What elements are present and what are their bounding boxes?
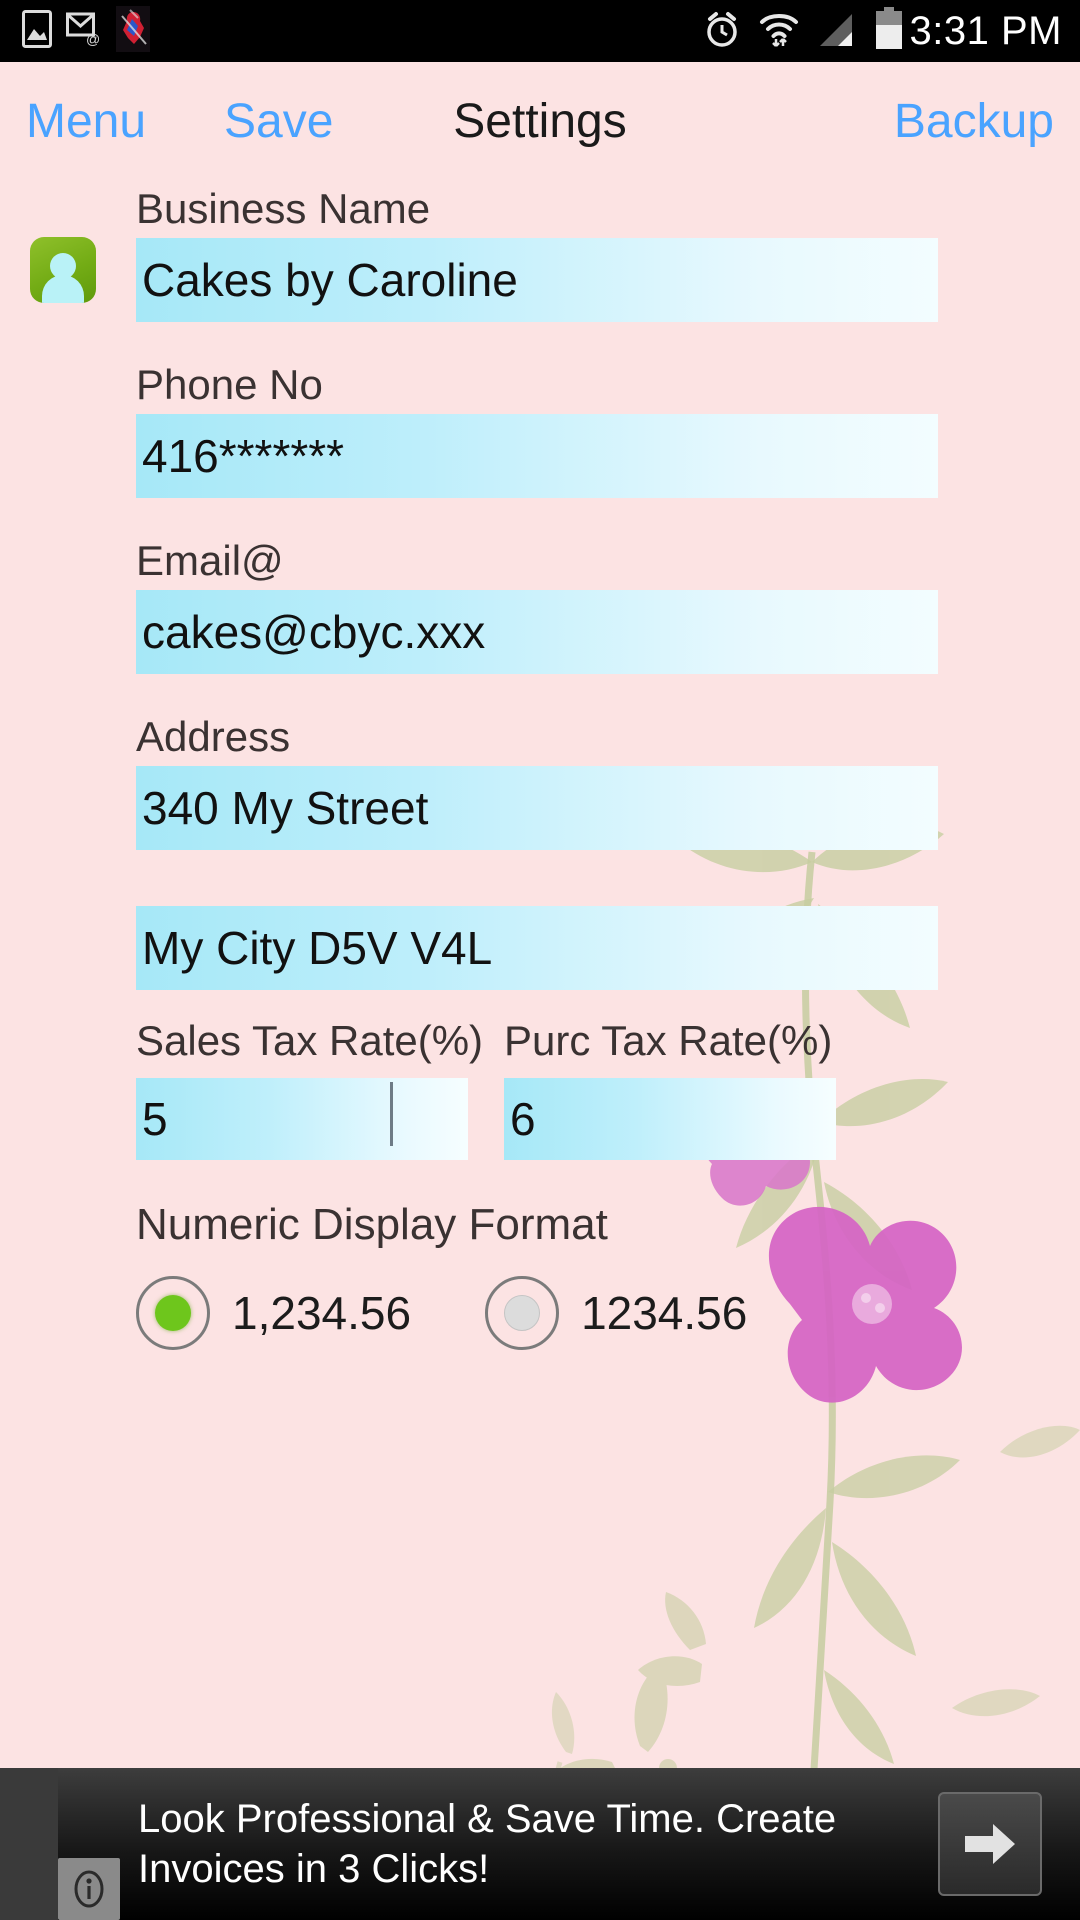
numeric-format-label: Numeric Display Format bbox=[136, 1200, 608, 1249]
status-bar: @ 3:31 PM bbox=[0, 0, 1080, 62]
action-bar: Settings Menu Save Backup bbox=[0, 62, 1080, 180]
info-icon[interactable] bbox=[58, 1858, 120, 1920]
address-line1-input[interactable]: 340 My Street bbox=[136, 766, 938, 850]
save-button[interactable]: Save bbox=[224, 62, 333, 180]
radio-plain-dot bbox=[504, 1295, 541, 1331]
email-label: Email@ bbox=[136, 537, 284, 584]
status-bar-left-icons: @ bbox=[22, 5, 150, 57]
ad-banner-inner[interactable]: Look Professional & Save Time. Create In… bbox=[58, 1768, 1080, 1920]
sales-tax-label: Sales Tax Rate(%) bbox=[136, 1017, 484, 1064]
phone-label: Phone No bbox=[136, 361, 323, 408]
status-bar-clock: 3:31 PM bbox=[909, 8, 1062, 53]
menu-button[interactable]: Menu bbox=[26, 62, 146, 180]
purc-tax-input[interactable]: 6 bbox=[504, 1078, 836, 1160]
ad-banner[interactable]: Look Professional & Save Time. Create In… bbox=[0, 1768, 1080, 1920]
business-name-input[interactable]: Cakes by Caroline bbox=[136, 238, 938, 322]
radio-grouped-label: 1,234.56 bbox=[232, 1287, 412, 1339]
numeric-format-radio-group: 1,234.56 1234.56 bbox=[136, 1276, 996, 1350]
backup-button[interactable]: Backup bbox=[894, 62, 1054, 180]
radio-plain-label: 1234.56 bbox=[581, 1287, 748, 1339]
radio-grouped-icon[interactable] bbox=[136, 1276, 210, 1350]
ad-text: Look Professional & Save Time. Create In… bbox=[138, 1797, 837, 1891]
svg-text:@: @ bbox=[86, 31, 100, 46]
settings-form: Business Name Cakes by Caroline Phone No… bbox=[0, 180, 1080, 1350]
photo-icon bbox=[22, 9, 52, 53]
alarm-icon bbox=[702, 8, 742, 55]
radio-option-plain[interactable]: 1234.56 bbox=[485, 1276, 747, 1350]
purc-tax-label: Purc Tax Rate(%) bbox=[504, 1017, 833, 1064]
business-name-label: Business Name bbox=[136, 185, 431, 232]
battery-icon bbox=[874, 6, 904, 56]
status-bar-right-icons bbox=[702, 6, 904, 56]
text-cursor bbox=[390, 1082, 393, 1146]
radio-grouped-dot bbox=[155, 1295, 191, 1331]
email-icon: @ bbox=[66, 12, 102, 51]
sales-tax-input[interactable]: 5 bbox=[136, 1078, 468, 1160]
tax-rate-row: Sales Tax Rate(%) 5 Purc Tax Rate(%) 6 bbox=[136, 1012, 938, 1160]
spiderman-icon bbox=[116, 5, 150, 57]
wifi-icon bbox=[758, 8, 800, 55]
avatar-body bbox=[42, 275, 84, 303]
contact-avatar-icon[interactable] bbox=[30, 237, 96, 303]
address-line2-input[interactable]: My City D5V V4L bbox=[136, 906, 938, 990]
numeric-format-section: Numeric Display Format 1,234.56 1234.56 bbox=[136, 1196, 996, 1350]
email-input[interactable]: cakes@cbyc.xxx bbox=[136, 590, 938, 674]
radio-option-grouped[interactable]: 1,234.56 bbox=[136, 1276, 411, 1350]
phone-input[interactable]: 416******* bbox=[136, 414, 938, 498]
signal-icon bbox=[816, 8, 858, 55]
arrow-right-icon[interactable] bbox=[938, 1792, 1042, 1896]
address-label: Address bbox=[136, 713, 291, 760]
radio-plain-icon[interactable] bbox=[485, 1276, 560, 1350]
